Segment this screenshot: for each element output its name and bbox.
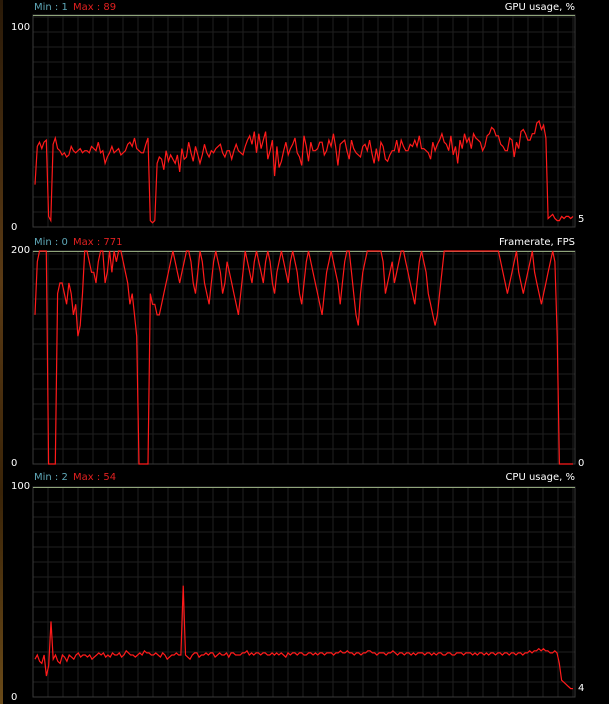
cpu-y-bottom-label: 0 bbox=[11, 692, 18, 703]
framerate-min-label: Min : 0 bbox=[34, 237, 68, 248]
framerate-max-label: Max : 771 bbox=[73, 237, 123, 248]
gpu-y-top-label: 100 bbox=[11, 22, 31, 33]
framerate-y-top-label: 200 bbox=[11, 245, 31, 256]
gpu-min-label: Min : 1 bbox=[34, 2, 68, 13]
cpu-usage-chart bbox=[32, 486, 576, 698]
cpu-title: CPU usage, % bbox=[505, 472, 575, 483]
gpu-title: GPU usage, % bbox=[504, 2, 575, 13]
gpu-grid bbox=[32, 14, 576, 228]
cpu-y-top-label: 100 bbox=[11, 481, 31, 492]
framerate-line bbox=[34, 250, 573, 465]
framerate-y-bottom-label: 0 bbox=[11, 458, 18, 469]
gpu-current-value: 5 bbox=[578, 214, 585, 225]
framerate-current-value: 0 bbox=[578, 458, 585, 469]
framerate-panel: Min : 0 Max : 771 Framerate, FPS 200 0 0 bbox=[3, 232, 609, 470]
gpu-max-label: Max : 89 bbox=[73, 2, 117, 13]
gpu-usage-panel: Min : 1 Max : 89 GPU usage, % 100 0 5 bbox=[3, 0, 609, 233]
cpu-min-label: Min : 2 bbox=[34, 472, 68, 483]
gpu-usage-line bbox=[34, 119, 574, 224]
cpu-grid bbox=[32, 486, 576, 698]
cpu-usage-panel: Min : 2 Max : 54 CPU usage, % 100 0 4 bbox=[3, 470, 609, 704]
framerate-chart bbox=[32, 250, 576, 465]
monitoring-graphs: Min : 1 Max : 89 GPU usage, % 100 0 5 Mi… bbox=[3, 0, 609, 704]
cpu-current-value: 4 bbox=[578, 683, 585, 694]
framerate-title: Framerate, FPS bbox=[499, 237, 575, 248]
cpu-max-label: Max : 54 bbox=[73, 472, 117, 483]
gpu-usage-chart bbox=[32, 14, 576, 228]
